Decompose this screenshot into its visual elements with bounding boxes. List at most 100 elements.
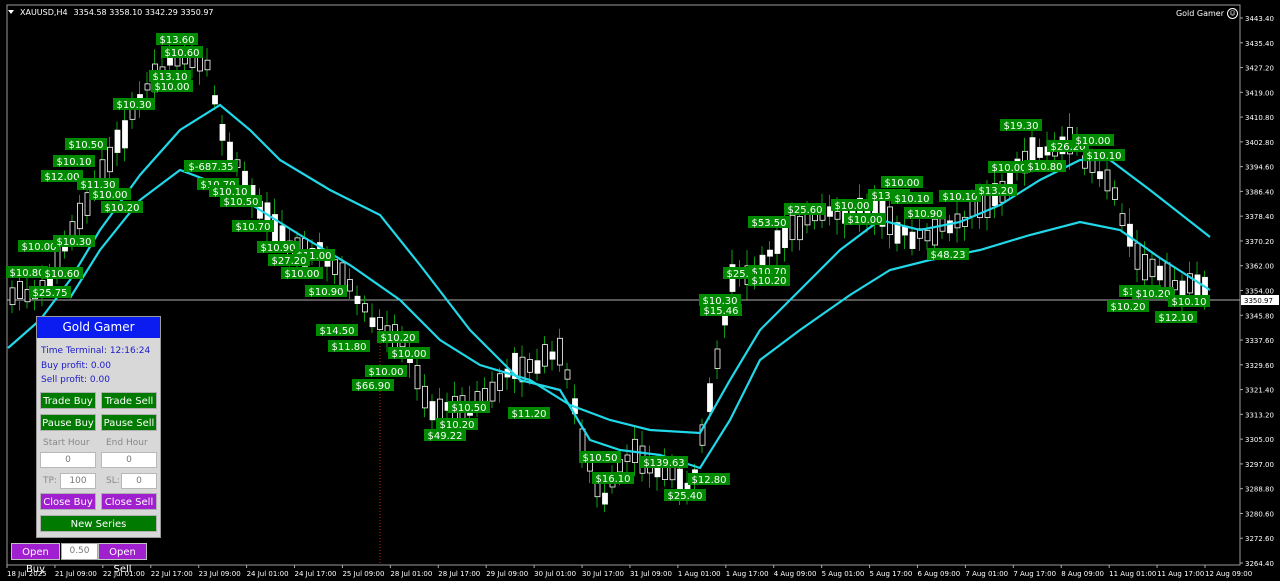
candle-body: [564, 369, 571, 380]
profit-label: $139.63: [640, 456, 688, 469]
candle-body: [1007, 171, 1013, 187]
price-axis-label: 3443.40: [1245, 15, 1274, 23]
close-buy-button[interactable]: Close Buy: [40, 493, 96, 510]
pause-buy-button[interactable]: Pause Buy: [40, 414, 96, 431]
candle-body: [354, 295, 361, 304]
end-hour-field[interactable]: 0: [101, 452, 157, 468]
profit-label-text: $10.50: [69, 140, 104, 151]
profit-label: $19.30: [1000, 119, 1042, 132]
tp-field[interactable]: 100: [60, 473, 96, 489]
candle-body: [542, 344, 548, 367]
lot-size-field[interactable]: 0.50: [61, 543, 98, 560]
profit-label: $12.10: [1155, 311, 1197, 324]
profit-label: $12.00: [41, 170, 83, 183]
trade-sell-button[interactable]: Trade Sell: [101, 392, 157, 409]
expert-label: Gold Gamer ☺: [1176, 8, 1238, 19]
profit-label: $10.90: [305, 285, 347, 298]
gold-gamer-panel: Gold Gamer Time Terminal: 12:16:24 Buy p…: [36, 316, 161, 538]
profit-label: $10.00: [151, 80, 193, 93]
profit-label: $10.60: [161, 46, 203, 59]
time-axis-label: 30 Jul 01:00: [534, 570, 576, 578]
profit-label: $11.20: [508, 407, 550, 420]
time-axis-label: 31 Jul 09:00: [630, 570, 672, 578]
profit-label: $10.30: [113, 98, 155, 111]
profit-label-text: $10.80: [10, 268, 45, 279]
candle-body: [1119, 213, 1126, 226]
candle-body: [197, 56, 203, 72]
profit-label-text: $12.80: [692, 475, 727, 486]
profit-label: $10.20: [377, 331, 419, 344]
price-axis-label: 3337.60: [1245, 337, 1274, 345]
candle-body: [1194, 274, 1201, 297]
profit-label: $10.00: [988, 161, 1030, 174]
profit-label: $10.50: [448, 401, 490, 414]
time-axis-label: 11 Aug 01:00: [1109, 570, 1156, 578]
candle-body: [212, 95, 218, 105]
profit-label: $48.23: [927, 248, 969, 261]
candle-body: [774, 230, 781, 254]
sl-field[interactable]: 0: [121, 473, 157, 489]
start-hour-field[interactable]: 0: [40, 452, 96, 468]
new-series-button[interactable]: New Series: [40, 515, 157, 532]
profit-label: $14.50: [316, 324, 358, 337]
profit-label: $25.60: [784, 203, 826, 216]
profit-label-text: $10.90: [908, 209, 943, 220]
profit-label: $10.00: [1072, 134, 1114, 147]
profit-label: $13.60: [156, 33, 198, 46]
candle-body: [144, 83, 151, 91]
price-chart[interactable]: 3443.40 3435.40 3427.20 3419.00 3410.80 3402.…: [0, 0, 1280, 581]
time-axis-label: 28 Jul 01:00: [390, 570, 432, 578]
profit-label-text: $10.20: [1111, 302, 1146, 313]
candle-body: [1037, 147, 1043, 158]
profit-label-text: $13.60: [160, 35, 195, 46]
time-axis-label: 7 Aug 01:00: [965, 570, 1008, 578]
profit-label-text: $12.00: [45, 172, 80, 183]
profit-label-text: $10.00: [285, 269, 320, 280]
price-axis-label: 3402.80: [1245, 139, 1274, 147]
profit-label: $11.80: [328, 340, 370, 353]
profit-label: $10.20: [748, 274, 790, 287]
candle-body: [602, 492, 608, 505]
candle-body: [339, 262, 346, 289]
candle-body: [422, 385, 428, 409]
candle-body: [114, 129, 121, 153]
end-hour-label: End Hour: [106, 438, 148, 448]
candle-body: [362, 303, 368, 313]
candle-body: [534, 360, 541, 374]
profit-label: $10.70: [232, 220, 274, 233]
profit-label-text: $139.63: [643, 458, 684, 469]
profit-label: $10.80: [1024, 160, 1066, 173]
price-axis-label: 3345.80: [1245, 312, 1274, 320]
time-axis-label: 12 Aug 09:00: [1205, 570, 1252, 578]
candle-body: [924, 229, 931, 242]
candle-body: [909, 231, 916, 249]
time-axis-label: 30 Jul 17:00: [582, 570, 624, 578]
candle-body: [107, 146, 113, 173]
panel-title[interactable]: Gold Gamer: [37, 317, 160, 338]
close-sell-button[interactable]: Close Sell: [101, 493, 157, 510]
profit-label: $10.90: [257, 241, 299, 254]
candle-body: [347, 279, 353, 292]
candle-body: [227, 141, 233, 163]
ohlc-readout: 3354.58 3358.10 3342.29 3350.97: [73, 8, 214, 17]
price-axis-label: 3264.40: [1245, 560, 1274, 568]
time-axis-label: 28 Jul 17:00: [438, 570, 480, 578]
pause-sell-button[interactable]: Pause Sell: [101, 414, 157, 431]
chart-area[interactable]: 3443.40 3435.40 3427.20 3419.00 3410.80 3402.…: [0, 0, 1280, 581]
profit-label-text: $10.00: [392, 349, 427, 360]
candle-body: [797, 215, 803, 241]
profit-label: $10.50: [579, 451, 621, 464]
dropdown-icon[interactable]: [8, 10, 14, 14]
trade-buy-button[interactable]: Trade Buy: [40, 392, 96, 409]
candle-body: [489, 381, 496, 402]
open-buy-button[interactable]: Open Buy: [11, 543, 60, 575]
candle-body: [1164, 262, 1171, 291]
profit-label: $10.00: [844, 213, 886, 226]
candle-body: [497, 373, 503, 391]
profit-label-text: $48.23: [931, 250, 966, 261]
time-axis-label: 24 Jul 01:00: [247, 570, 289, 578]
open-sell-button[interactable]: Open Sell: [98, 543, 147, 575]
candle-body: [579, 428, 586, 455]
profit-label-text: $12.10: [1159, 313, 1194, 324]
profit-label-text: $10.00: [93, 190, 128, 201]
